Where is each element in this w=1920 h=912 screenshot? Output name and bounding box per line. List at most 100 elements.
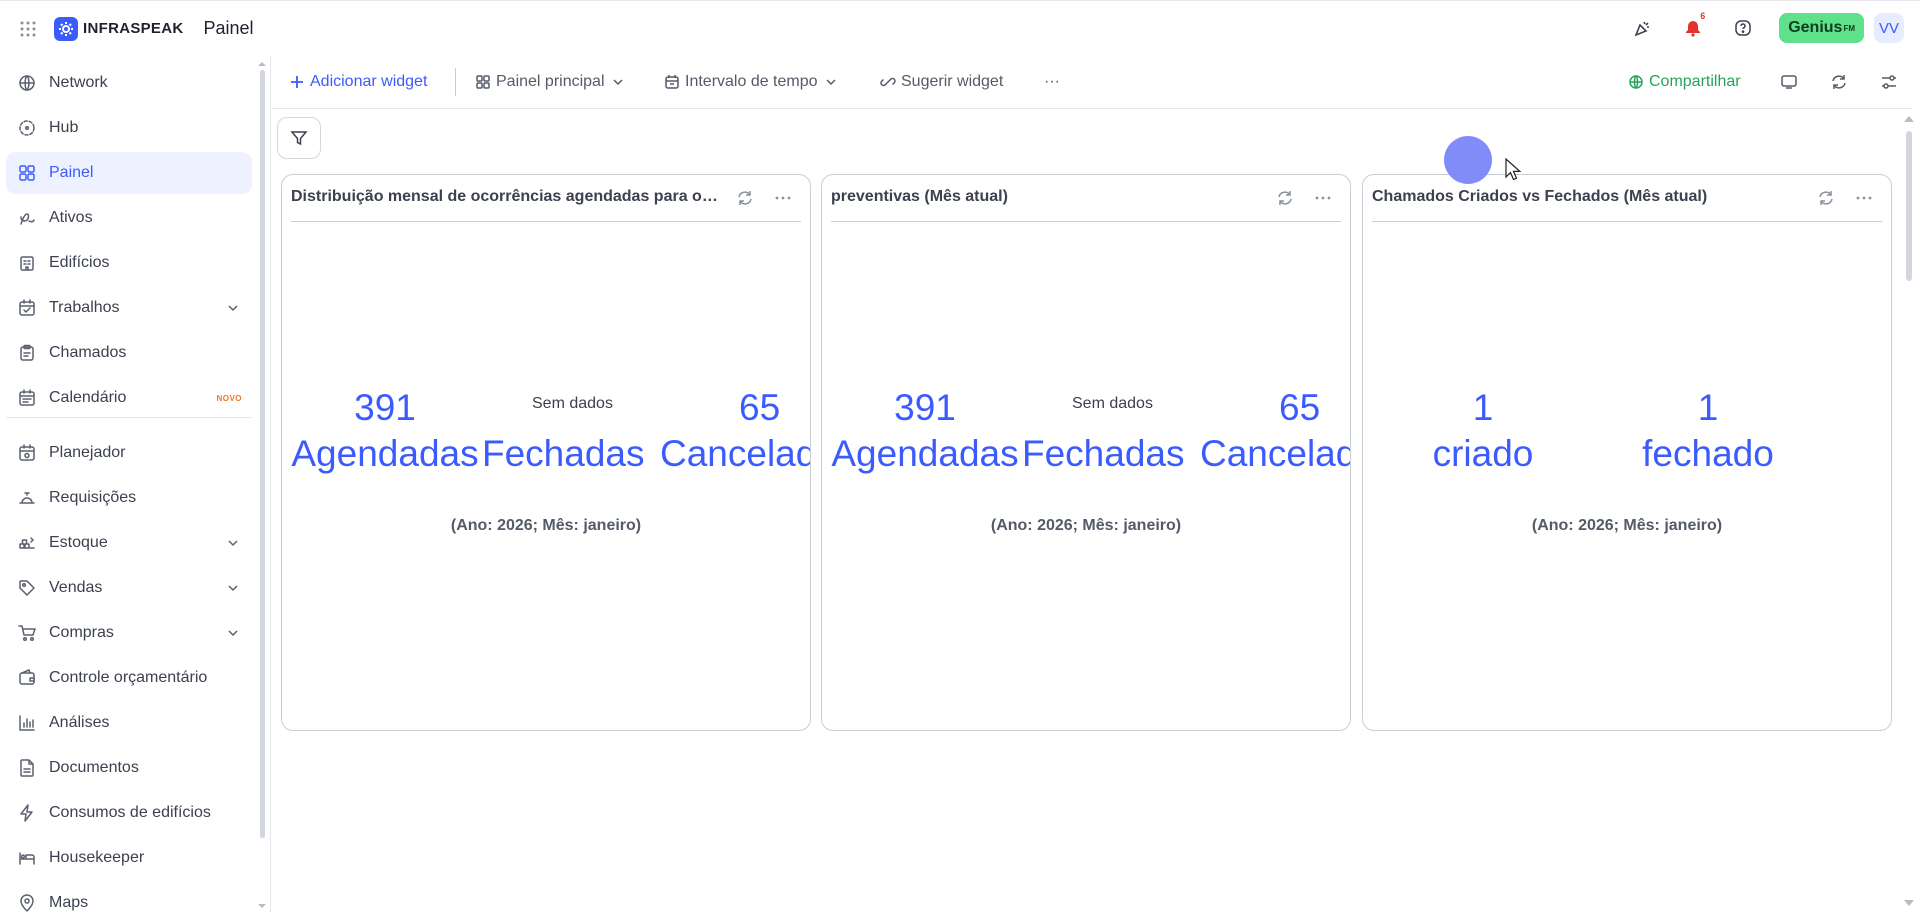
sidebar-item-painel[interactable]: Painel xyxy=(6,152,252,194)
more-options-button[interactable]: ··· xyxy=(1044,70,1060,94)
sidebar-item-label: Network xyxy=(49,74,108,91)
chevron-down-icon[interactable] xyxy=(226,301,240,315)
share-globe-icon xyxy=(1629,75,1643,89)
sidebar-item-label: Trabalhos xyxy=(49,299,120,316)
help-icon[interactable] xyxy=(1729,14,1757,42)
sidebar-scroll-thumb[interactable] xyxy=(260,70,265,838)
apps-grid-icon[interactable] xyxy=(14,15,42,43)
widget-refresh-icon[interactable] xyxy=(1817,189,1835,207)
brand-name: INFRASPEAK xyxy=(83,20,184,37)
sidebar-item-label: Housekeeper xyxy=(49,849,145,866)
sidebar-item-consumos-de-edificios[interactable]: Consumos de edifícios xyxy=(6,792,252,834)
sidebar-item-trabalhos[interactable]: Trabalhos xyxy=(6,287,252,329)
share-label: Compartilhar xyxy=(1649,73,1741,90)
sidebar-item-edificios[interactable]: Edifícios xyxy=(6,242,252,284)
user-avatar[interactable]: VV xyxy=(1874,13,1904,43)
widget-header-divider xyxy=(1372,221,1882,222)
brand-logo[interactable]: INFRASPEAK xyxy=(54,16,184,41)
metric-label: Agendadas xyxy=(291,433,479,474)
genius-fm-button[interactable]: Genius FM xyxy=(1779,13,1864,43)
metric-scheduled: 391 Agendadas xyxy=(290,385,480,477)
widget-period: (Ano: 2026; Mês: janeiro) xyxy=(450,517,642,534)
sidebar-item-vendas[interactable]: Vendas xyxy=(6,567,252,609)
sidebar-item-compras[interactable]: Compras xyxy=(6,612,252,654)
add-widget-label: Adicionar widget xyxy=(310,73,428,90)
sidebar-item-label: Estoque xyxy=(49,534,108,551)
widget-title: Distribuição mensal de ocorrências agend… xyxy=(291,188,721,205)
bed-icon xyxy=(19,852,35,865)
dashboard-settings-button[interactable] xyxy=(1880,70,1898,94)
calendar-icon xyxy=(665,75,679,89)
metric-scheduled: 391 Agendadas xyxy=(830,385,1020,477)
dashboard-icon xyxy=(19,165,35,181)
metric-value: 391 xyxy=(354,387,416,428)
new-badge: NOVO xyxy=(216,393,242,403)
widget-refresh-icon[interactable] xyxy=(736,189,754,207)
sidebar: Network Hub Painel Ativos Edifícios Trabalhos… xyxy=(0,62,262,912)
widget-refresh-icon[interactable] xyxy=(1276,189,1294,207)
refresh-dashboard-button[interactable] xyxy=(1830,70,1848,94)
widget-metrics: 391 Agendadas Fechadas Sem dados 65 Cancel… xyxy=(282,385,810,485)
sidebar-item-analises[interactable]: Análises xyxy=(6,702,252,744)
sidebar-item-label: Maps xyxy=(49,894,89,911)
hub-icon xyxy=(19,120,35,136)
share-button[interactable]: Compartilhar xyxy=(1628,70,1741,94)
sidebar-item-label: Compras xyxy=(49,624,114,641)
sidebar-divider xyxy=(6,417,252,418)
widget-more-icon[interactable] xyxy=(774,189,792,207)
chevron-down-icon[interactable] xyxy=(226,581,240,595)
chevron-down-icon xyxy=(826,79,836,86)
sliders-icon xyxy=(1882,75,1896,89)
document-icon xyxy=(20,759,34,777)
sidebar-item-hub[interactable]: Hub xyxy=(6,107,252,149)
wallet-icon xyxy=(19,669,35,685)
sidebar-item-label: Chamados xyxy=(49,344,127,361)
top-bar: INFRASPEAK Painel 6 Genius FM VV xyxy=(0,0,1920,56)
sidebar-item-planejador[interactable]: Planejador xyxy=(6,432,252,474)
sidebar-item-controle-orcamentario[interactable]: Controle orçamentário xyxy=(6,657,252,699)
cart-icon xyxy=(18,625,36,642)
widget-card-tickets-created-closed: Chamados Criados vs Fechados (Mês atual)… xyxy=(1362,174,1892,731)
widget-title: preventivas (Mês atual) xyxy=(831,188,1008,205)
clipboard-icon xyxy=(20,344,34,361)
time-interval-dropdown[interactable]: Intervalo de tempo xyxy=(664,70,838,94)
add-widget-button[interactable]: Adicionar widget xyxy=(289,70,427,94)
chevron-down-icon[interactable] xyxy=(226,536,240,550)
sidebar-item-housekeeper[interactable]: Housekeeper xyxy=(6,837,252,879)
celebration-icon[interactable] xyxy=(1629,14,1657,42)
widget-more-icon[interactable] xyxy=(1855,189,1873,207)
content-divider xyxy=(270,56,271,912)
sidebar-item-requisicoes[interactable]: Requisições xyxy=(6,477,252,519)
widget-header-divider xyxy=(831,221,1341,222)
sidebar-item-maps[interactable]: Maps xyxy=(6,882,252,912)
genius-suffix: FM xyxy=(1843,23,1855,33)
calendar-icon xyxy=(19,389,35,406)
metric-label: Fechadas xyxy=(1022,433,1185,474)
notification-count: 6 xyxy=(1700,11,1706,21)
toolbar-separator xyxy=(455,68,456,96)
metric-value: 65 xyxy=(739,387,781,428)
widget-title: Chamados Criados vs Fechados (Mês atual) xyxy=(1372,188,1708,205)
sidebar-item-documentos[interactable]: Documentos xyxy=(6,747,252,789)
metric-label: Agendadas xyxy=(831,433,1019,474)
sidebar-item-calendario[interactable]: Calendário NOVO xyxy=(6,377,252,419)
widget-metrics: 1 criado 1 fechado xyxy=(1363,385,1891,485)
tv-mode-button[interactable] xyxy=(1780,70,1798,94)
dashboard-toolbar: Adicionar widget Painel principal Interv… xyxy=(272,62,1920,102)
tag-icon xyxy=(19,580,35,596)
sidebar-item-network[interactable]: Network xyxy=(6,62,252,104)
sidebar-item-estoque[interactable]: Estoque xyxy=(6,522,252,564)
main-scroll-thumb[interactable] xyxy=(1906,131,1912,281)
sidebar-item-label: Vendas xyxy=(49,579,103,596)
suggest-widget-button[interactable]: Sugerir widget xyxy=(880,70,1003,94)
widget-more-icon[interactable] xyxy=(1314,189,1332,207)
sidebar-item-chamados[interactable]: Chamados xyxy=(6,332,252,374)
sidebar-item-ativos[interactable]: Ativos xyxy=(6,197,252,239)
filter-button[interactable] xyxy=(277,117,321,159)
building-icon xyxy=(20,256,34,271)
main-panel-dropdown[interactable]: Painel principal xyxy=(475,70,625,94)
notifications-bell-icon[interactable]: 6 xyxy=(1679,11,1707,42)
chevron-down-icon[interactable] xyxy=(226,626,240,640)
metric-value: 391 xyxy=(894,387,956,428)
suggest-widget-label: Sugerir widget xyxy=(901,73,1004,90)
